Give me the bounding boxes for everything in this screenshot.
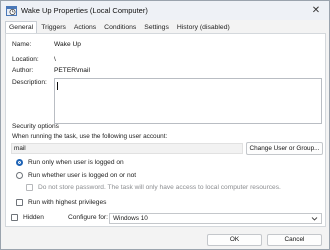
run-logged-on-label: Run only when user is logged on <box>28 159 124 166</box>
tab-strip: General Triggers Actions Conditions Sett… <box>5 21 234 34</box>
author-label: Author: <box>12 67 34 74</box>
tab-triggers[interactable]: Triggers <box>37 21 70 33</box>
general-panel: Name: Wake Up Location: \ Author: PETER\… <box>5 33 326 227</box>
user-account-field: mail <box>11 143 243 154</box>
location-value: \ <box>54 56 56 63</box>
hidden-checkbox[interactable] <box>11 214 18 221</box>
configure-for-select[interactable]: Windows 10 <box>109 213 322 224</box>
window-title: Wake Up Properties (Local Computer) <box>21 6 148 15</box>
description-label: Description: <box>12 79 47 86</box>
change-user-button[interactable]: Change User or Group... <box>246 142 323 155</box>
title-bar: Wake Up Properties (Local Computer) ✕ <box>1 1 329 20</box>
tab-conditions[interactable]: Conditions <box>100 21 140 33</box>
security-options-title: Security options <box>12 123 59 130</box>
task-properties-window: Wake Up Properties (Local Computer) ✕ Ge… <box>0 0 330 250</box>
cancel-button[interactable]: Cancel <box>267 234 322 246</box>
hidden-label: Hidden <box>23 214 44 221</box>
close-button[interactable]: ✕ <box>309 4 323 17</box>
highest-privileges-label: Run with highest privileges <box>28 199 107 206</box>
run-whether-radio[interactable] <box>16 172 23 179</box>
no-store-password-checkbox[interactable] <box>26 184 33 191</box>
author-value: PETER\mail <box>54 67 90 74</box>
highest-privileges-checkbox[interactable] <box>16 199 23 206</box>
name-label: Name: <box>12 41 32 48</box>
close-icon: ✕ <box>311 5 321 16</box>
tab-history[interactable]: History (disabled) <box>173 21 234 33</box>
tab-actions[interactable]: Actions <box>70 21 100 33</box>
run-logged-on-radio[interactable] <box>16 159 23 166</box>
tab-settings[interactable]: Settings <box>140 21 173 33</box>
chevron-down-icon <box>311 214 318 227</box>
no-store-password-label: Do not store password. The task will onl… <box>38 184 281 191</box>
ok-button[interactable]: OK <box>207 234 262 246</box>
run-whether-label: Run whether user is logged on or not <box>28 172 137 179</box>
description-field[interactable] <box>54 78 322 124</box>
task-scheduler-icon <box>6 5 17 16</box>
configure-for-label: Configure for: <box>68 214 108 221</box>
configure-for-value: Windows 10 <box>113 215 148 222</box>
location-label: Location: <box>12 56 39 63</box>
name-value[interactable]: Wake Up <box>54 41 81 48</box>
account-prompt: When running the task, use the following… <box>12 133 168 140</box>
